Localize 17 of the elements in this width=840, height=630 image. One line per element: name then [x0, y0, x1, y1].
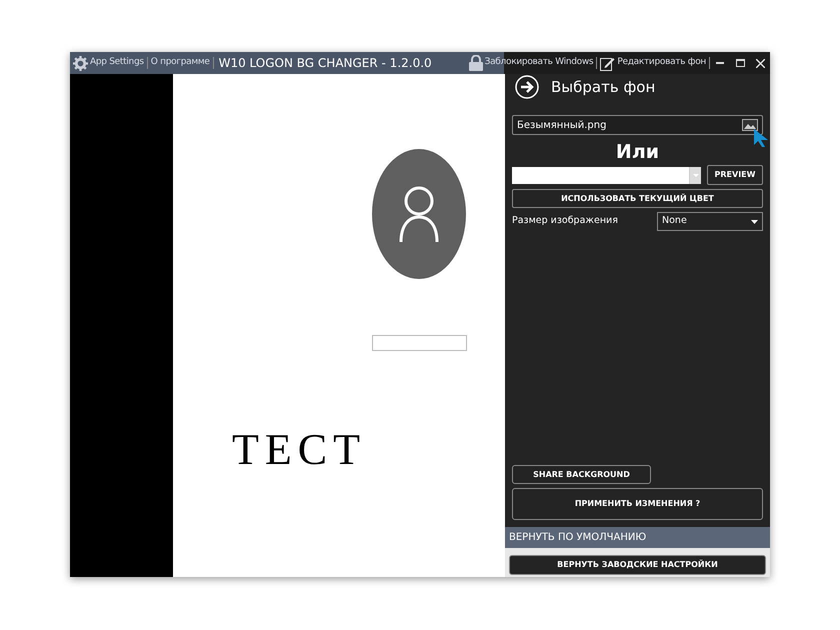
- use-color-button[interactable]: ИСПОЛЬЗОВАТЬ ТЕКУЩИЙ ЦВЕТ: [512, 189, 763, 208]
- about-button[interactable]: О программе: [148, 56, 213, 70]
- edit-background-button[interactable]: Редактировать фон: [597, 56, 709, 70]
- preview-button[interactable]: PREVIEW: [707, 165, 763, 185]
- apply-changes-button[interactable]: ПРИМЕНИТЬ ИЗМЕНЕНИЯ ?: [512, 488, 763, 520]
- handwritten-caption: ТЕСТ: [232, 424, 366, 476]
- defaults-header: ВЕРНУТЬ ПО УМОЛЧАНИЮ: [505, 527, 770, 548]
- file-field[interactable]: Безымянный.png: [512, 115, 763, 135]
- or-label: Или: [614, 141, 660, 163]
- share-background-button[interactable]: SHARE BACKGROUND: [512, 465, 651, 484]
- settings-button[interactable]: App Settings: [70, 56, 147, 70]
- factory-reset-button[interactable]: ВЕРНУТЬ ЗАВОДСКИЕ НАСТРОЙКИ: [509, 555, 766, 575]
- size-select[interactable]: None: [657, 212, 763, 231]
- window-title: W10 LOGON BG CHANGER - 1.2.0.0: [218, 55, 433, 72]
- lock-windows-button[interactable]: Заблокировать Windows: [466, 55, 596, 71]
- panel-heading: Выбрать фон: [551, 76, 656, 98]
- size-label: Размер изображения: [512, 214, 619, 228]
